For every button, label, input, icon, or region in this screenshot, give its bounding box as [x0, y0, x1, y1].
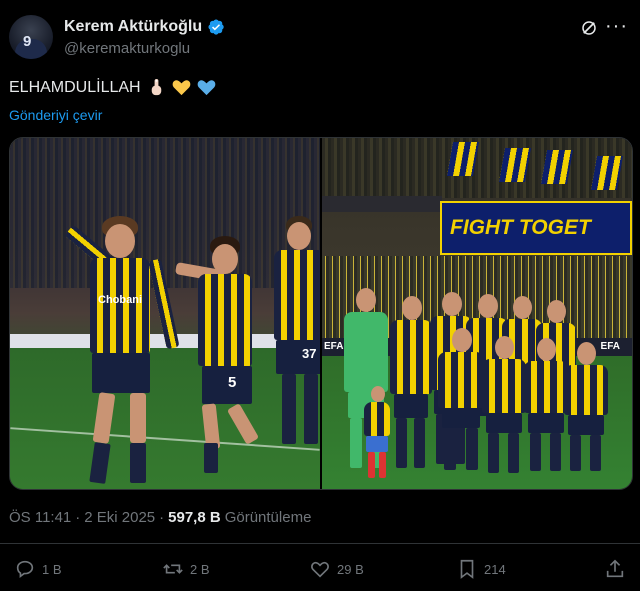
photo-team-lineup[interactable]: FIGHT TOGET EFA EFA	[322, 138, 632, 489]
author-handle[interactable]: @keremakturkoglu	[64, 40, 190, 57]
repost-button[interactable]: 2 B	[162, 558, 210, 580]
index-pointing-up-emoji	[151, 78, 161, 96]
post-time[interactable]: ÖS 11:41	[9, 509, 71, 526]
player-figure	[564, 342, 608, 474]
player-figure: 5	[174, 236, 270, 478]
bookmark-count: 214	[484, 561, 506, 577]
fan-banner: FIGHT TOGET	[440, 201, 632, 255]
more-options-icon[interactable]: ···	[605, 15, 628, 38]
bookmark-icon	[460, 559, 474, 579]
meta-separator: ·	[159, 509, 165, 526]
banner-text: FIGHT TOGET	[450, 216, 591, 239]
post-meta: ÖS 11:41 · 2 Eki 2025 · 597,8 B Görüntül…	[9, 509, 311, 526]
post-header: 9 Kerem Aktürkoğlu @keremakturkoglu ···	[9, 15, 630, 61]
player-figure: Chobani	[64, 216, 180, 488]
avatar-number: 9	[23, 33, 32, 50]
action-bar: 1 B 2 B 29 B 214	[0, 558, 640, 586]
blue-heart-emoji	[197, 80, 215, 96]
sponsor-text: Chobani	[98, 294, 142, 306]
player-figure: 37	[272, 216, 320, 458]
repost-icon	[163, 564, 183, 574]
bookmark-button[interactable]: 214	[456, 558, 506, 580]
translate-post-link[interactable]: Gönderiyi çevir	[9, 107, 102, 123]
repost-count: 2 B	[190, 561, 210, 577]
verified-badge-icon	[208, 19, 224, 35]
yellow-heart-emoji	[172, 80, 190, 96]
player-figure	[482, 336, 526, 476]
player-figure	[438, 328, 484, 478]
grok-icon[interactable]	[580, 19, 598, 37]
divider	[0, 543, 640, 544]
reply-icon	[16, 560, 34, 578]
views-count[interactable]: 597,8 B	[168, 509, 221, 526]
views-label[interactable]: Görüntüleme	[225, 509, 312, 526]
photo-celebration[interactable]: Chobani 5 37	[10, 138, 320, 489]
author-display-name[interactable]: Kerem Aktürkoğlu	[64, 18, 202, 36]
post-date[interactable]: 2 Eki 2025	[84, 509, 155, 526]
post-text: ELHAMDULİLLAH	[9, 78, 216, 97]
player-figure	[524, 338, 568, 474]
share-button[interactable]	[604, 558, 626, 580]
jersey-number: 5	[228, 374, 237, 391]
reply-count: 1 B	[42, 561, 62, 577]
player-figure	[390, 296, 432, 476]
author-name-line[interactable]: Kerem Aktürkoğlu	[64, 18, 225, 36]
meta-separator: ·	[75, 509, 81, 526]
like-button[interactable]: 29 B	[309, 558, 364, 580]
jersey-number: 37	[302, 346, 317, 361]
heart-icon	[311, 561, 329, 578]
post-text-content: ELHAMDULİLLAH	[9, 78, 141, 96]
board-text-left: EFA	[324, 341, 344, 352]
like-count: 29 B	[337, 561, 364, 577]
share-icon	[606, 559, 624, 578]
avatar[interactable]: 9	[9, 15, 53, 59]
reply-button[interactable]: 1 B	[14, 558, 62, 580]
mascot-child	[364, 386, 390, 482]
post-media[interactable]: Chobani 5 37 FIGHT TOGET EFA EFA	[9, 137, 633, 490]
